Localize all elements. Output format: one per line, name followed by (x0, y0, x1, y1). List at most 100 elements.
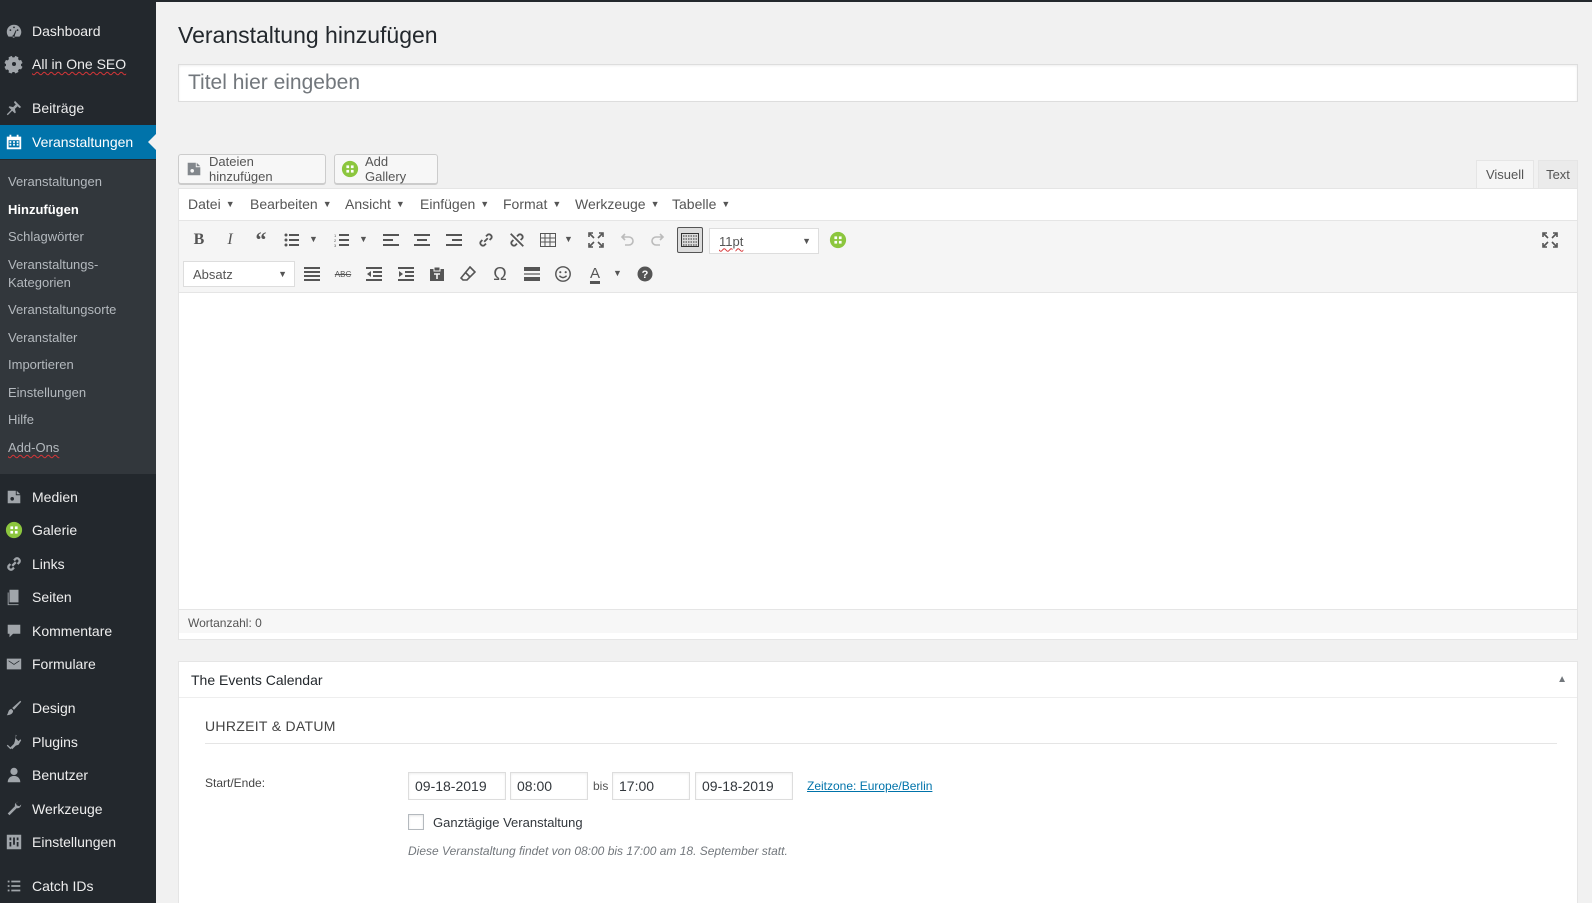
read-more-icon[interactable] (519, 261, 545, 287)
submenu-item-hinzufuegen[interactable]: Hinzufügen (8, 201, 79, 219)
submenu-item-veranstalter[interactable]: Veranstalter (8, 329, 77, 347)
submenu-item-kategorien-line1[interactable]: Veranstaltungs- (8, 256, 98, 274)
sidebar-item-galerie[interactable]: Galerie (0, 513, 156, 547)
start-date-input[interactable]: 09-18-2019 (408, 772, 506, 800)
unlink-icon[interactable] (504, 227, 530, 253)
italic-icon[interactable]: I (217, 227, 243, 253)
table-icon[interactable] (535, 227, 561, 253)
pin-icon (4, 98, 24, 118)
submenu-item-importieren[interactable]: Importieren (8, 356, 74, 374)
submenu-item-veranstaltungsorte[interactable]: Veranstaltungsorte (8, 301, 116, 319)
section-title-time-date: UHRZEIT & DATUM (205, 718, 336, 734)
sidebar-item-einstellungen[interactable]: Einstellungen (0, 825, 156, 859)
insert-link-icon[interactable] (473, 227, 499, 253)
svg-text:?: ? (642, 269, 649, 281)
submenu-item-schlagwoerter[interactable]: Schlagwörter (8, 228, 84, 246)
special-character-icon[interactable]: Ω (487, 261, 513, 287)
menu-bearbeiten[interactable]: Bearbeiten ▼ (250, 196, 332, 212)
menu-tabelle[interactable]: Tabelle ▼ (672, 196, 730, 212)
submenu-item-veranstaltungen[interactable]: Veranstaltungen (8, 173, 102, 191)
sidebar-item-formulare[interactable]: Formulare (0, 647, 156, 681)
fullscreen-icon[interactable] (583, 227, 609, 253)
sidebar-item-dashboard[interactable]: Dashboard (0, 14, 156, 48)
caret-down-icon[interactable]: ▼ (564, 234, 573, 244)
sidebar-item-benutzer[interactable]: Benutzer (0, 758, 156, 792)
undo-icon[interactable] (614, 227, 640, 253)
menu-label: Tabelle (672, 196, 717, 212)
submenu-item-kategorien-line2[interactable]: Kategorien (8, 274, 71, 292)
sidebar-item-catch-ids[interactable]: Catch IDs (0, 869, 156, 903)
sidebar-item-plugins[interactable]: Plugins (0, 725, 156, 759)
sidebar-item-kommentare[interactable]: Kommentare (0, 614, 156, 648)
add-media-button[interactable]: Dateien hinzufügen (178, 154, 326, 184)
post-title-input[interactable] (178, 64, 1578, 102)
help-icon[interactable]: ? (632, 261, 658, 287)
all-day-label[interactable]: Ganztägige Veranstaltung (433, 815, 583, 830)
sidebar-item-design[interactable]: Design (0, 691, 156, 725)
font-size-select[interactable]: 11pt ▼ (709, 228, 819, 254)
start-time-input[interactable]: 08:00 (510, 772, 588, 800)
clear-formatting-icon[interactable] (455, 261, 481, 287)
toolbar-toggle-icon[interactable] (677, 227, 703, 253)
mail-icon (4, 654, 24, 674)
all-day-checkbox[interactable] (408, 814, 424, 830)
brush-icon (4, 698, 24, 718)
indent-icon[interactable] (393, 261, 419, 287)
strikethrough-icon[interactable]: ABC (330, 261, 356, 287)
blockquote-icon[interactable]: “ (248, 227, 274, 253)
sidebar-item-label: Werkzeuge (32, 801, 103, 817)
bold-icon[interactable]: B (186, 227, 212, 253)
collapse-arrow-icon[interactable]: ▲ (1557, 674, 1567, 685)
add-gallery-button[interactable]: Add Gallery (334, 154, 438, 184)
align-center-icon[interactable] (409, 227, 435, 253)
sidebar-item-werkzeuge[interactable]: Werkzeuge (0, 792, 156, 826)
sidebar-item-links[interactable]: Links (0, 547, 156, 581)
numbered-list-icon[interactable]: 123 (329, 227, 355, 253)
emoticons-icon[interactable] (550, 261, 576, 287)
align-right-icon[interactable] (441, 227, 467, 253)
font-size-value: 11pt (719, 233, 744, 249)
text-color-icon[interactable]: A (582, 261, 608, 287)
events-calendar-box-header[interactable]: The Events Calendar ▲ (179, 662, 1577, 698)
submenu-item-einstellungen[interactable]: Einstellungen (8, 384, 86, 402)
menu-werkzeuge[interactable]: Werkzeuge ▼ (575, 196, 659, 212)
events-calendar-box-title: The Events Calendar (191, 672, 323, 688)
end-time-input[interactable]: 17:00 (612, 772, 690, 800)
sidebar-item-label: Kommentare (32, 623, 113, 639)
caret-down-icon[interactable]: ▼ (359, 234, 368, 244)
align-justify-icon[interactable] (299, 261, 325, 287)
menu-ansicht[interactable]: Ansicht ▼ (345, 196, 405, 212)
paste-text-icon[interactable] (424, 261, 450, 287)
editor-content-area[interactable] (179, 293, 1577, 587)
align-left-icon[interactable] (378, 227, 404, 253)
sidebar-item-label: Medien (32, 489, 78, 505)
sidebar-item-label: Plugins (32, 734, 78, 750)
redo-icon[interactable] (645, 227, 671, 253)
tab-text[interactable]: Text (1538, 160, 1578, 188)
menu-format[interactable]: Format ▼ (503, 196, 561, 212)
caret-down-icon[interactable]: ▼ (613, 268, 622, 278)
editor: Datei ▼ Bearbeiten ▼ Ansicht ▼ Einfügen ▼ Fo… (178, 188, 1578, 640)
bullet-list-icon[interactable] (279, 227, 305, 253)
outdent-icon[interactable] (361, 261, 387, 287)
timezone-link[interactable]: Zeitzone: Europe/Berlin (807, 779, 932, 793)
sidebar-item-medien[interactable]: Medien (0, 480, 156, 514)
menu-einfuegen[interactable]: Einfügen ▼ (420, 196, 489, 212)
tab-visual[interactable]: Visuell (1476, 160, 1534, 188)
list-icon (4, 876, 24, 896)
gallery-icon[interactable] (825, 227, 851, 253)
block-format-value: Absatz (193, 266, 233, 282)
caret-down-icon[interactable]: ▼ (309, 234, 318, 244)
sidebar-item-beitraege[interactable]: Beiträge (0, 91, 156, 125)
gallery-icon (4, 520, 24, 540)
word-count: Wortanzahl: 0 (179, 609, 1577, 633)
end-date-input[interactable]: 09-18-2019 (695, 772, 793, 800)
distraction-free-icon[interactable] (1537, 227, 1563, 253)
menu-datei[interactable]: Datei ▼ (188, 196, 235, 212)
submenu-item-hilfe[interactable]: Hilfe (8, 411, 34, 429)
submenu-item-add-ons[interactable]: Add-Ons (8, 439, 59, 457)
sidebar-item-seiten[interactable]: Seiten (0, 580, 156, 614)
sidebar-item-all-in-one-seo[interactable]: All in One SEO (0, 47, 156, 81)
sidebar-item-veranstaltungen[interactable]: Veranstaltungen (0, 125, 156, 159)
block-format-select[interactable]: Absatz ▼ (183, 261, 295, 287)
